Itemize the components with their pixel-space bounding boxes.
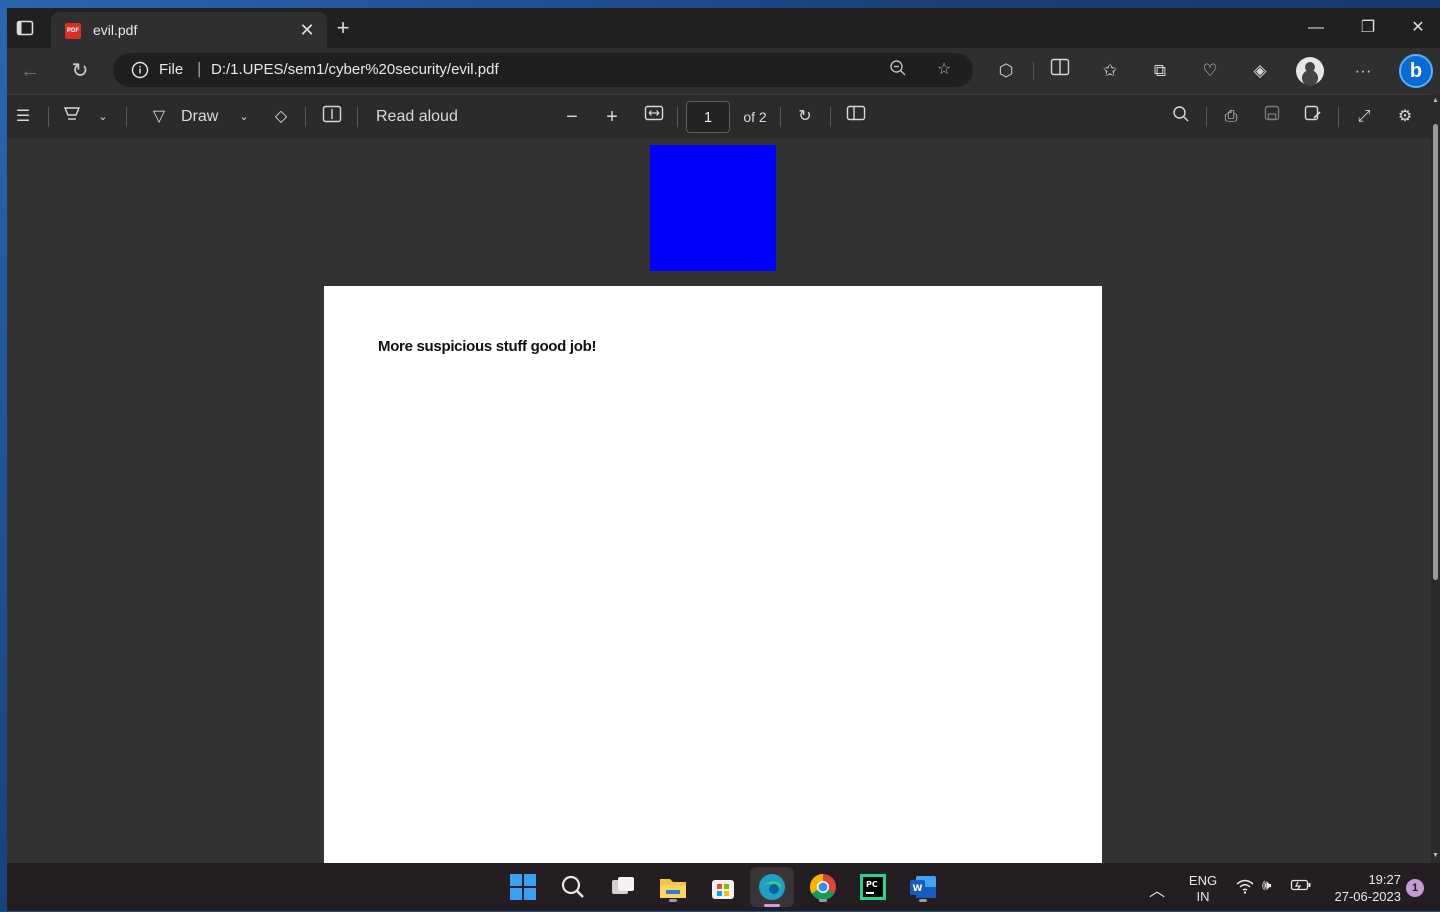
pdf-favicon-icon: PDF: [65, 23, 81, 39]
battery-icon[interactable]: [1290, 878, 1312, 895]
toolbar-divider: [1033, 62, 1034, 80]
browser-window: PDF evil.pdf ✕ + — ❐ ✕ ← ↻ File | D:/1.U…: [7, 8, 1440, 863]
tab-title: evil.pdf: [93, 22, 138, 38]
active-indicator: [764, 904, 780, 907]
chrome-browser-icon[interactable]: [807, 871, 839, 903]
file-explorer-icon[interactable]: [657, 871, 689, 903]
vertical-scrollbar[interactable]: ▲ ▼: [1431, 94, 1440, 863]
tab-evil-pdf[interactable]: PDF evil.pdf ✕: [51, 12, 327, 48]
toolbar-divider: [830, 107, 831, 127]
scroll-down-arrow-icon[interactable]: ▼: [1431, 851, 1440, 861]
zoom-in-icon[interactable]: +: [600, 105, 624, 129]
taskbar: PC W ︿ ENG IN 🕪 19:27 27-06-2023 1: [7, 863, 1440, 911]
more-options-icon[interactable]: ···: [1348, 56, 1378, 86]
close-window-icon[interactable]: ✕: [1395, 14, 1440, 42]
search-icon[interactable]: [1169, 105, 1193, 129]
running-indicator: [919, 899, 927, 902]
add-text-icon[interactable]: [320, 105, 344, 129]
address-scheme: File: [159, 61, 184, 78]
volume-icon[interactable]: 🕪: [1262, 877, 1271, 894]
address-url[interactable]: D:/1.UPES/sem1/cyber%20security/evil.pdf: [211, 61, 499, 78]
task-view-icon[interactable]: [607, 871, 639, 903]
save-icon: [1260, 105, 1284, 129]
fullscreen-icon[interactable]: ⤢: [1352, 105, 1376, 129]
page-view-icon[interactable]: [843, 105, 869, 129]
close-tab-icon[interactable]: ✕: [295, 18, 319, 42]
browser-essentials-icon[interactable]: ♡: [1195, 56, 1225, 86]
tab-bar: PDF evil.pdf ✕ + — ❐ ✕: [7, 8, 1440, 48]
pdf-toolbar: ☰ ⌄ ▽ Draw ⌄ ◇ Read aloud − + 1 of 2 ↻ ⎙…: [7, 94, 1440, 140]
start-windows-icon[interactable]: [507, 871, 539, 903]
settings-gear-icon[interactable]: ⚙: [1393, 105, 1417, 129]
toolbar-divider: [1206, 107, 1207, 127]
favorite-star-icon[interactable]: ☆: [933, 59, 955, 81]
profile-avatar[interactable]: [1296, 57, 1324, 85]
new-tab-icon[interactable]: +: [331, 16, 355, 40]
pycharm-icon[interactable]: PC: [857, 871, 889, 903]
eraser-icon[interactable]: ◇: [269, 105, 293, 129]
read-aloud-button[interactable]: Read aloud: [376, 105, 476, 129]
minimize-icon[interactable]: —: [1293, 14, 1339, 42]
favorites-icon[interactable]: ✩: [1095, 56, 1125, 86]
zoom-out-icon[interactable]: [887, 59, 909, 81]
clock-date: 27-06-2023: [1334, 889, 1402, 904]
bing-chat-icon[interactable]: b: [1399, 54, 1433, 88]
microsoft-store-icon[interactable]: [707, 871, 739, 903]
workspaces-icon[interactable]: [15, 18, 35, 38]
zoom-out-icon[interactable]: −: [560, 105, 584, 129]
page-total: of 2: [743, 109, 767, 125]
word-icon[interactable]: W: [907, 871, 939, 903]
highlight-icon[interactable]: [60, 105, 84, 129]
show-hidden-icons-chevron-icon[interactable]: ︿: [1149, 877, 1165, 901]
table-of-contents-icon[interactable]: ☰: [11, 105, 35, 129]
draw-icon[interactable]: ▽: [147, 105, 171, 129]
info-icon[interactable]: [131, 61, 149, 79]
toolbar-divider: [126, 107, 127, 127]
region-label: IN: [1196, 889, 1210, 904]
collections-icon[interactable]: ⧉: [1145, 56, 1175, 86]
scrollbar-thumb[interactable]: [1433, 124, 1438, 580]
rotate-icon[interactable]: ↻: [793, 105, 817, 129]
refresh-icon[interactable]: ↻: [65, 56, 95, 86]
toolbar-divider: [48, 107, 49, 127]
toolbar-divider: [677, 107, 678, 127]
language-indicator[interactable]: ENG IN: [1187, 873, 1219, 905]
wifi-icon[interactable]: [1235, 878, 1255, 899]
back-arrow-icon[interactable]: ←: [15, 56, 45, 86]
highlight-dropdown-chevron-icon[interactable]: ⌄: [95, 105, 111, 129]
edge-browser-icon[interactable]: [750, 867, 794, 907]
pdf-page: More suspicious stuff good job!: [324, 286, 1102, 863]
address-bar[interactable]: File | D:/1.UPES/sem1/cyber%20security/e…: [113, 53, 973, 87]
language-label: ENG: [1188, 873, 1218, 888]
navigation-bar: ← ↻ File | D:/1.UPES/sem1/cyber%20securi…: [7, 48, 1440, 94]
toolbar-divider: [305, 107, 306, 127]
draw-dropdown-chevron-icon[interactable]: ⌄: [236, 105, 252, 129]
copilot-icon[interactable]: ◈: [1245, 56, 1275, 86]
scroll-up-arrow-icon[interactable]: ▲: [1431, 96, 1440, 106]
svg-text:W: W: [913, 884, 923, 894]
toolbar-divider: [1338, 107, 1339, 127]
draw-label[interactable]: Draw: [181, 105, 225, 129]
extensions-icon[interactable]: ⬡: [991, 56, 1021, 86]
clock-time: 19:27: [1368, 872, 1401, 887]
toolbar-divider: [780, 107, 781, 127]
clock[interactable]: 19:27 27-06-2023: [1325, 871, 1402, 905]
running-indicator: [669, 899, 677, 902]
split-screen-icon[interactable]: [1045, 56, 1075, 86]
page-text: More suspicious stuff good job!: [378, 338, 597, 355]
blue-square-image: [650, 145, 776, 271]
save-as-icon[interactable]: [1301, 105, 1325, 129]
running-indicator: [819, 899, 827, 902]
pdf-viewer[interactable]: More suspicious stuff good job!: [7, 139, 1431, 863]
restore-icon[interactable]: ❐: [1345, 14, 1391, 42]
toolbar-divider: [357, 107, 358, 127]
page-number-input[interactable]: 1: [686, 101, 730, 133]
search-icon[interactable]: [557, 871, 589, 903]
notification-badge[interactable]: 1: [1406, 879, 1424, 897]
address-separator: |: [197, 59, 202, 78]
svg-text:PC: PC: [866, 880, 878, 889]
fit-to-page-icon[interactable]: [641, 105, 667, 129]
print-icon[interactable]: ⎙: [1219, 105, 1243, 129]
